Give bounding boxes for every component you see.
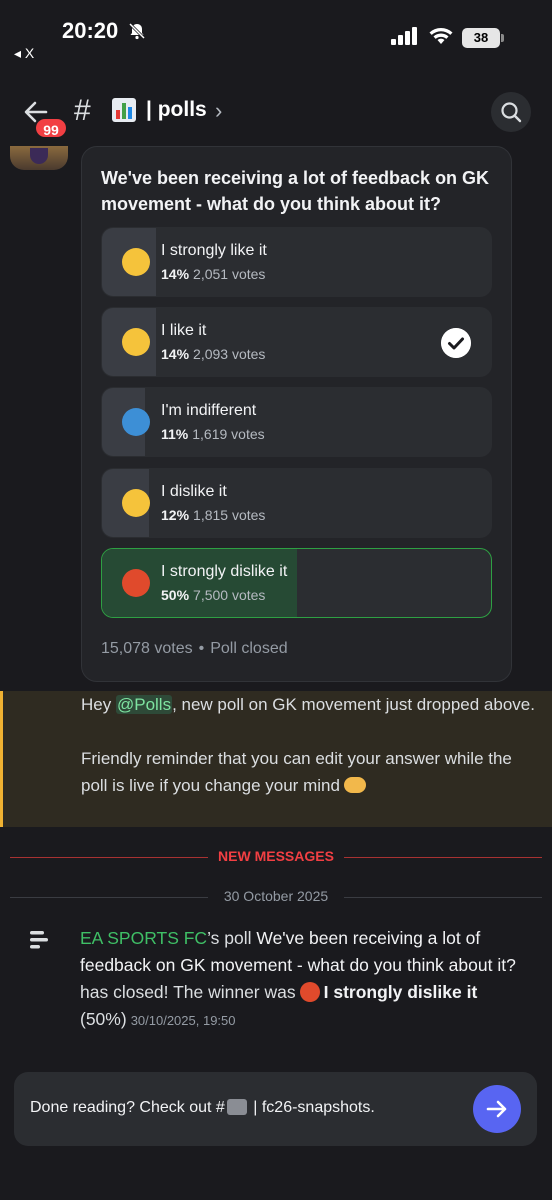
option-stats: 14% 2,051 votes <box>161 266 265 282</box>
author-avatar[interactable] <box>10 146 68 170</box>
closed-text: has closed! The winner was <box>80 982 296 1002</box>
go-to-channel-button[interactable] <box>473 1085 521 1133</box>
message-line1: , new poll on GK movement just dropped a… <box>172 695 535 714</box>
next-channel-text: Done reading? Check out # | fc26-snapsho… <box>30 1099 375 1117</box>
camera-flash-icon <box>226 1099 247 1115</box>
status-bar: 20:20 ◂ X 38 <box>0 0 552 70</box>
option-stats: 12% 1,815 votes <box>161 507 265 523</box>
poll-result-icon <box>30 931 48 949</box>
message-line2: Friendly reminder that you can edit your… <box>81 749 512 795</box>
poll-status: Poll closed <box>210 640 288 657</box>
date-divider: 30 October 2025 <box>10 887 542 907</box>
channel-title[interactable]: | polls <box>146 98 207 122</box>
new-messages-divider: NEW MESSAGES <box>10 847 542 867</box>
separator-dot: • <box>198 640 205 657</box>
poll-question: We've been receiving a lot of feedback o… <box>101 168 490 214</box>
search-button[interactable] <box>491 92 531 132</box>
person-shrugging-icon <box>122 408 150 436</box>
option-percent: 14% <box>161 266 190 282</box>
winner-percent: (50%) <box>80 1009 127 1029</box>
option-votes: 1,815 votes <box>193 507 266 523</box>
arrow-right-icon <box>486 1100 507 1118</box>
angry-face-icon <box>299 982 320 1002</box>
next-channel-prefix: Done reading? Check out # <box>30 1099 225 1116</box>
poll-option[interactable]: I like it 14% 2,093 votes <box>101 307 492 377</box>
status-time: 20:20 <box>62 18 119 43</box>
option-votes: 1,619 votes <box>192 426 265 442</box>
option-votes: 7,500 votes <box>193 587 266 603</box>
option-label: I'm indifferent <box>161 402 257 419</box>
handshake-emoji-icon <box>343 777 366 793</box>
message-prefix: Hey <box>81 695 116 714</box>
poll-option[interactable]: I'm indifferent 11% 1,619 votes <box>101 387 492 457</box>
option-votes: 2,093 votes <box>193 346 266 362</box>
bell-off-icon <box>128 22 146 40</box>
option-stats: 11% 1,619 votes <box>161 426 265 442</box>
polls-mention[interactable]: @Polls <box>115 695 173 714</box>
poll-card: We've been receiving a lot of feedback o… <box>81 146 512 682</box>
chevron-right-icon[interactable]: › <box>215 98 222 124</box>
poll-total-votes[interactable]: 15,078 votes <box>101 640 193 657</box>
mention-message: Hey @Polls, new poll on GK movement just… <box>0 691 552 827</box>
checkmark-icon <box>441 328 471 358</box>
angry-face-icon <box>122 569 150 597</box>
option-percent: 12% <box>161 507 190 523</box>
poll-footer: 15,078 votes • Poll closed <box>101 640 288 658</box>
date-label: 30 October 2025 <box>223 888 329 904</box>
message-timestamp: 30/10/2025, 19:50 <box>130 1013 236 1028</box>
search-icon <box>501 102 522 123</box>
new-messages-label: NEW MESSAGES <box>218 848 334 864</box>
hash-icon: # <box>74 94 91 127</box>
poll-option[interactable]: I strongly dislike it 50% 7,500 votes <box>101 548 492 618</box>
poll-result-message: EA SPORTS FC’s poll We've been receiving… <box>80 925 530 1034</box>
slightly-frowning-face-icon <box>122 489 150 517</box>
battery-indicator: 38 <box>462 28 500 48</box>
next-channel-name: | fc26-snapshots. <box>248 1099 375 1116</box>
option-label: I strongly like it <box>161 242 267 259</box>
battery-cap <box>501 34 504 42</box>
option-stats: 14% 2,093 votes <box>161 346 265 362</box>
option-votes: 2,051 votes <box>193 266 266 282</box>
option-label: I like it <box>161 322 207 339</box>
option-stats: 50% 7,500 votes <box>161 587 265 603</box>
message-content: Hey @Polls, new poll on GK movement just… <box>81 691 541 799</box>
cellular-signal-icon <box>391 27 417 45</box>
option-percent: 14% <box>161 346 190 362</box>
wifi-icon <box>429 28 453 44</box>
poll-option[interactable]: I strongly like it 14% 2,051 votes <box>101 227 492 297</box>
option-label: I strongly dislike it <box>161 563 288 580</box>
winner-label: I strongly dislike it <box>323 982 478 1002</box>
option-percent: 50% <box>161 587 190 603</box>
option-percent: 11% <box>161 426 189 442</box>
back-to-app-link[interactable]: ◂ X <box>14 45 34 62</box>
option-label: I dislike it <box>161 483 227 500</box>
grinning-face-icon <box>122 248 150 276</box>
bar-chart-icon <box>112 98 136 122</box>
next-channel-bar[interactable]: Done reading? Check out # | fc26-snapsho… <box>14 1072 537 1146</box>
unread-badge: 99 <box>34 117 68 139</box>
slightly-smiling-face-icon <box>122 328 150 356</box>
author-suffix: ’s poll <box>207 928 257 948</box>
author-name[interactable]: EA SPORTS FC <box>80 928 207 948</box>
poll-option[interactable]: I dislike it 12% 1,815 votes <box>101 468 492 538</box>
